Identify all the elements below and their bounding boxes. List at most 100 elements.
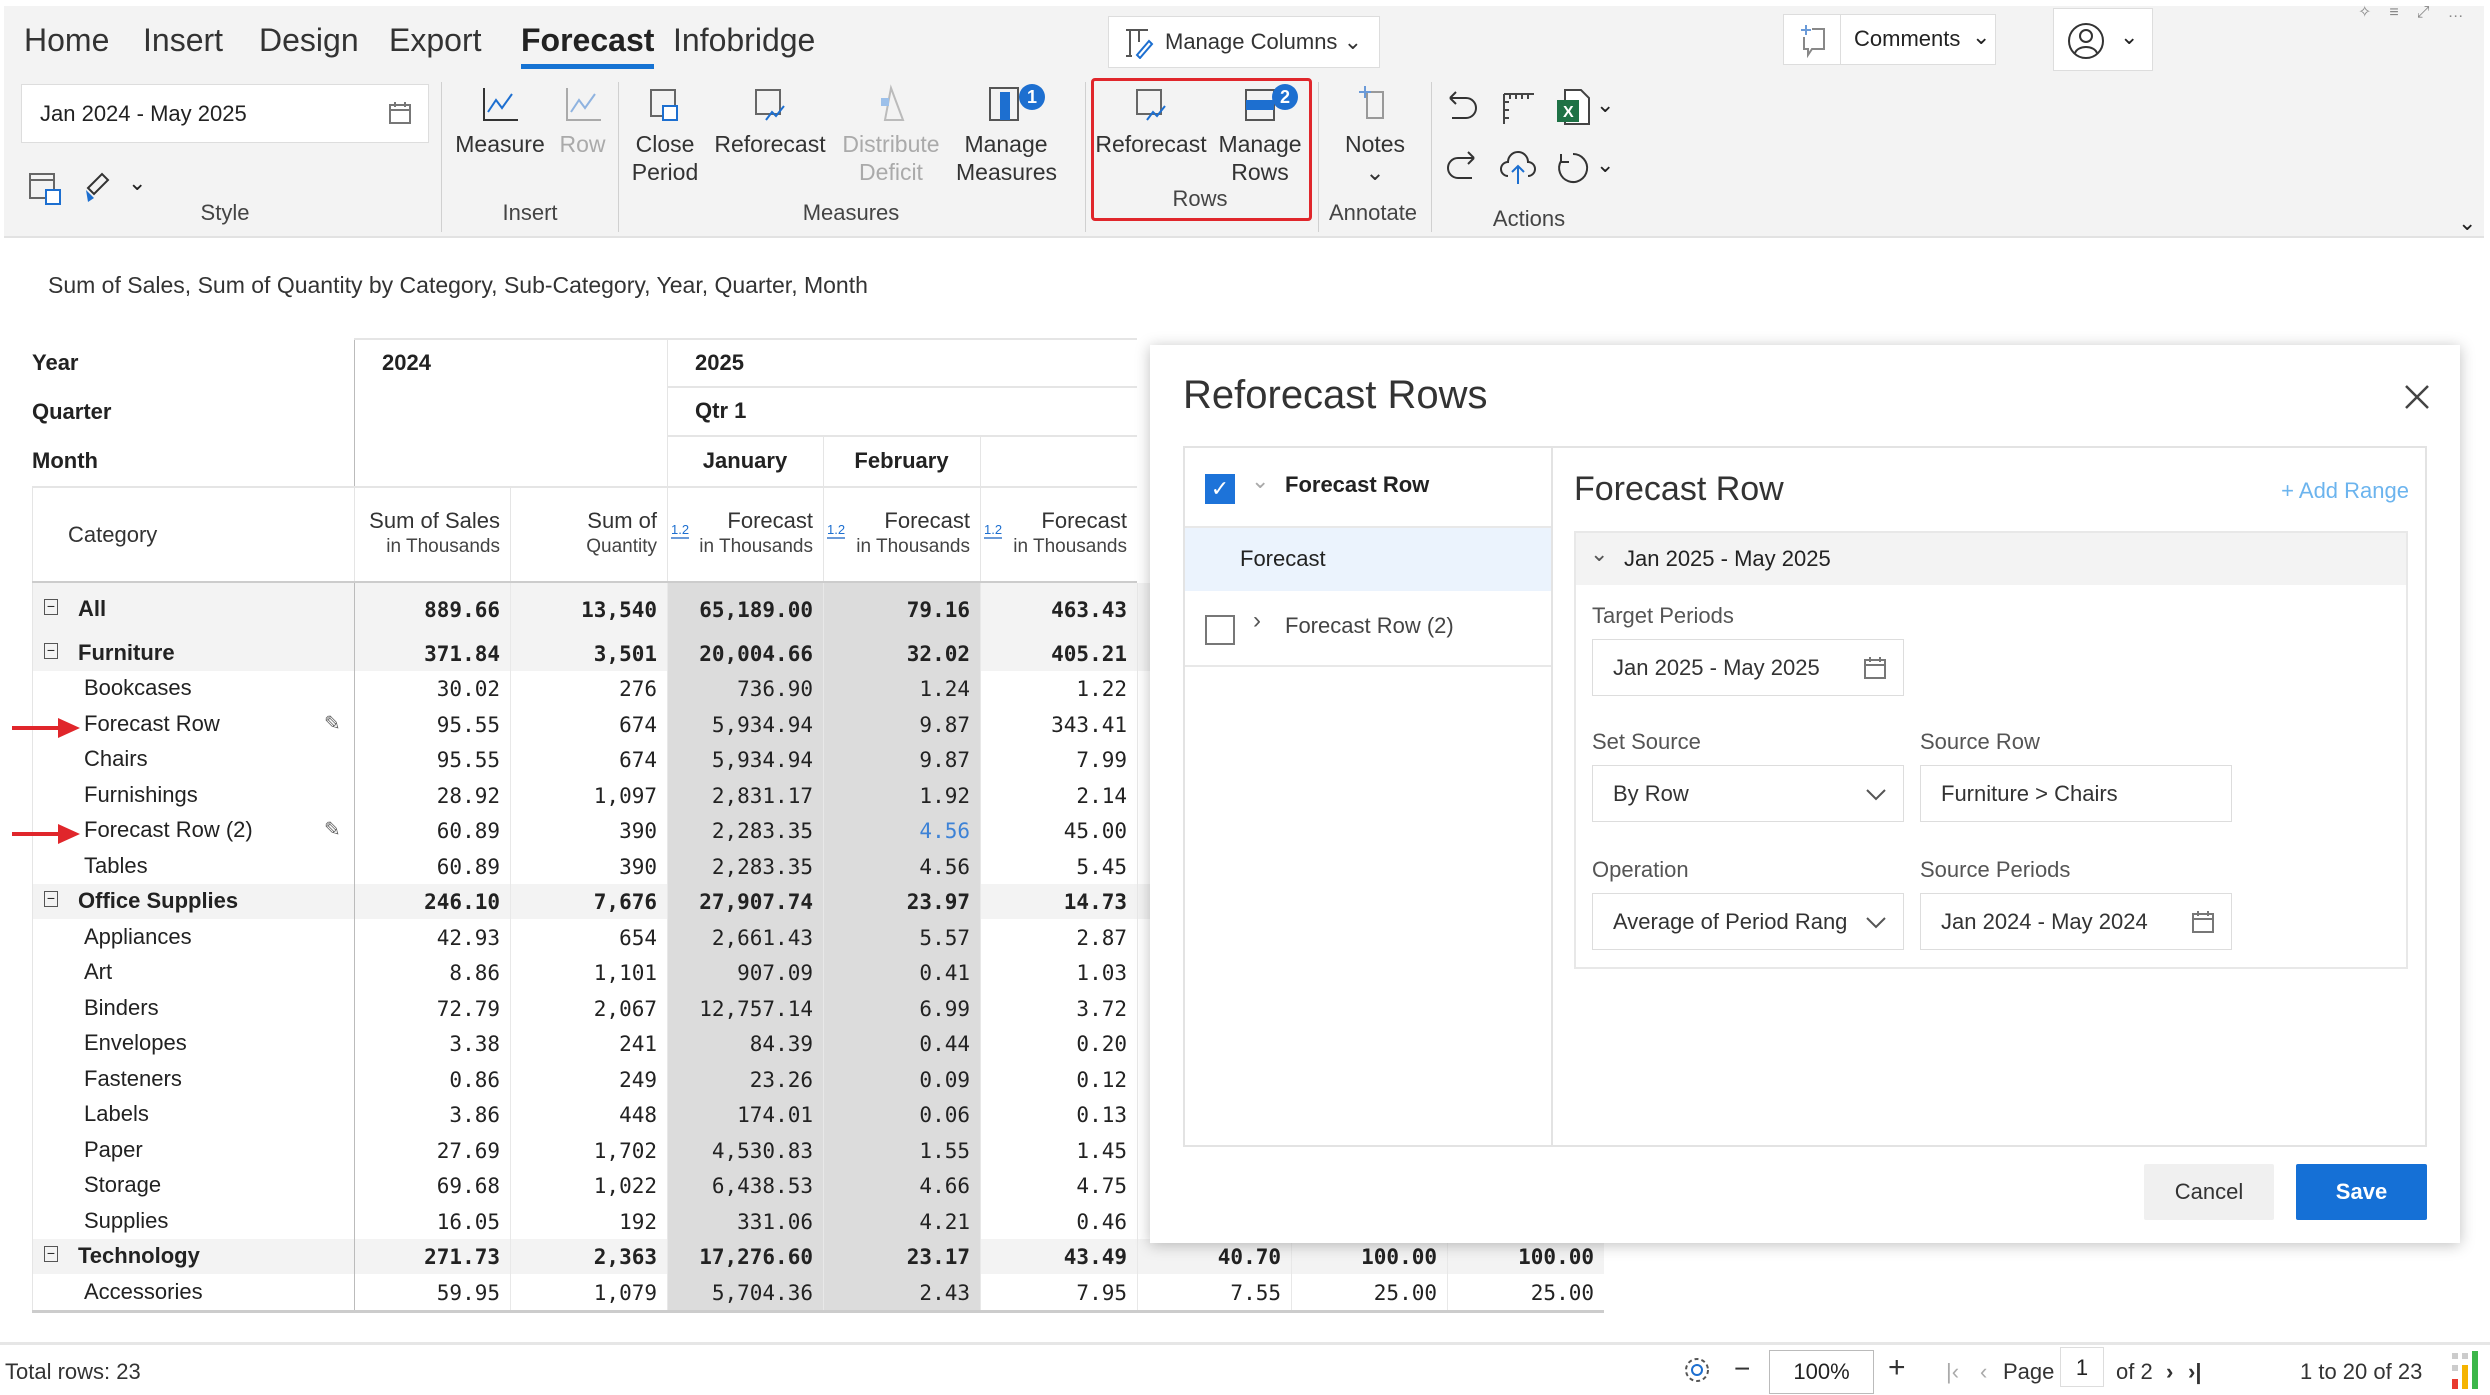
date-range-picker[interactable]: Jan 2024 - May 2025 [21,84,429,143]
value-cell[interactable]: 0.44 [823,1032,980,1056]
paint-brush-icon[interactable] [80,168,116,204]
page-input[interactable]: 1 [2060,1347,2104,1387]
manage-measures-button[interactable]: Manage Measures 1 [956,84,1057,186]
value-cell[interactable]: 6,438.53 [667,1174,823,1198]
zoom-level-input[interactable]: 100% [1769,1350,1874,1394]
checkbox-checked[interactable]: ✓ [1205,474,1235,504]
value-cell[interactable]: 1.22 [980,677,1137,701]
tab-insert[interactable]: Insert [143,22,223,59]
value-cell[interactable]: 7.55 [1137,1281,1291,1305]
value-cell[interactable]: 448 [510,1103,667,1127]
tab-home[interactable]: Home [24,22,109,59]
decimal-format-icon[interactable]: 1.2 [984,522,1003,539]
value-cell[interactable]: 100.00 [1447,1245,1604,1269]
tab-forecast[interactable]: Forecast [521,22,655,69]
add-range-link[interactable]: + Add Range [2281,478,2409,504]
value-cell[interactable]: 8.86 [354,961,510,985]
value-cell[interactable]: 9.87 [823,748,980,772]
value-cell[interactable]: 2,283.35 [667,819,823,843]
value-cell[interactable]: 271.73 [354,1245,510,1269]
value-cell[interactable]: 27,907.74 [667,890,823,914]
value-cell[interactable]: 463.43 [980,598,1137,622]
value-cell[interactable]: 331.06 [667,1210,823,1234]
value-cell[interactable]: 0.06 [823,1103,980,1127]
value-cell[interactable]: 7.99 [980,748,1137,772]
value-cell[interactable]: 0.09 [823,1068,980,1092]
value-cell[interactable]: 4.75 [980,1174,1137,1198]
source-periods-picker[interactable]: Jan 2024 - May 2024 [1920,893,2232,950]
close-period-button[interactable]: Close Period [630,84,700,186]
collapse-icon[interactable]: − [44,642,58,659]
notes-button[interactable]: Notes ⌄ [1335,84,1415,186]
value-cell[interactable]: 889.66 [354,598,510,622]
value-cell[interactable]: 23.26 [667,1068,823,1092]
value-cell[interactable]: 42.93 [354,926,510,950]
chevron-right-icon[interactable]: › [1253,607,1261,635]
value-cell[interactable]: 0.86 [354,1068,510,1092]
value-cell[interactable]: 174.01 [667,1103,823,1127]
value-cell[interactable]: 17,276.60 [667,1245,823,1269]
value-cell[interactable]: 72.79 [354,997,510,1021]
collapse-icon[interactable]: − [44,1246,58,1263]
prev-page-icon[interactable]: ‹ [1980,1359,1987,1385]
value-cell[interactable]: 2,283.35 [667,855,823,879]
value-cell[interactable]: 2.43 [823,1281,980,1305]
value-cell[interactable]: 5.57 [823,926,980,950]
range-header[interactable]: ⌄ Jan 2025 - May 2025 [1576,533,2406,585]
value-cell[interactable]: 79.16 [823,598,980,622]
value-cell[interactable]: 2,831.17 [667,784,823,808]
value-cell[interactable]: 59.95 [354,1281,510,1305]
value-cell[interactable]: 5,704.36 [667,1281,823,1305]
value-cell[interactable]: 6.99 [823,997,980,1021]
insert-measure-button[interactable]: Measure [455,84,545,158]
save-button[interactable]: Save [2296,1164,2427,1220]
expand-icon[interactable]: ⤢ [2417,4,2448,21]
value-cell[interactable]: 2,661.43 [667,926,823,950]
value-cell[interactable]: 654 [510,926,667,950]
cancel-button[interactable]: Cancel [2144,1164,2274,1220]
value-cell[interactable]: 30.02 [354,677,510,701]
value-cell[interactable]: 23.17 [823,1245,980,1269]
value-cell[interactable]: 2.87 [980,926,1137,950]
reforecast-button[interactable]: Reforecast [712,84,828,158]
calendar-lock-icon[interactable] [28,170,64,206]
value-cell[interactable]: 25.00 [1447,1281,1604,1305]
value-cell[interactable]: 1.92 [823,784,980,808]
excel-export-icon[interactable]: X [1555,88,1591,126]
collapse-icon[interactable]: − [44,891,58,908]
value-cell[interactable]: 246.10 [354,890,510,914]
filter-icon[interactable]: ≡ [2389,4,2416,21]
value-cell[interactable]: 23.97 [823,890,980,914]
value-cell[interactable]: 5.45 [980,855,1137,879]
value-cell[interactable]: 390 [510,819,667,843]
chevron-down-icon[interactable]: ⌄ [1596,92,1614,118]
value-cell[interactable]: 12,757.14 [667,997,823,1021]
collapse-icon[interactable]: − [44,599,58,615]
manage-rows-button[interactable]: Manage Rows 2 [1214,84,1306,186]
source-row-field[interactable]: Furniture > Chairs [1920,765,2232,822]
value-cell[interactable]: 0.13 [980,1103,1137,1127]
value-cell[interactable]: 276 [510,677,667,701]
value-cell[interactable]: 60.89 [354,855,510,879]
edit-pencil-icon[interactable]: ✎ [324,817,341,842]
close-icon[interactable] [2403,383,2431,411]
value-cell[interactable]: 2.14 [980,784,1137,808]
tab-design[interactable]: Design [259,22,359,59]
list-item-forecast[interactable]: Forecast [1185,528,1551,591]
value-cell[interactable]: 2,067 [510,997,667,1021]
chevron-down-icon[interactable]: ⌄ [1596,152,1614,178]
value-cell[interactable]: 1.45 [980,1139,1137,1163]
value-cell[interactable]: 241 [510,1032,667,1056]
ruler-icon[interactable] [1500,90,1536,126]
value-cell[interactable]: 95.55 [354,713,510,737]
value-cell[interactable]: 32.02 [823,642,980,666]
value-cell[interactable]: 100.00 [1291,1245,1447,1269]
value-cell[interactable]: 7.95 [980,1281,1137,1305]
value-cell[interactable]: 674 [510,713,667,737]
target-periods-picker[interactable]: Jan 2025 - May 2025 [1592,639,1904,696]
value-cell[interactable]: 3.72 [980,997,1137,1021]
distribute-deficit-button[interactable]: Distribute Deficit [838,84,944,186]
value-cell[interactable]: 84.39 [667,1032,823,1056]
first-page-icon[interactable]: |‹ [1946,1359,1959,1385]
manage-columns-button[interactable]: Manage Columns ⌄ [1108,16,1380,68]
